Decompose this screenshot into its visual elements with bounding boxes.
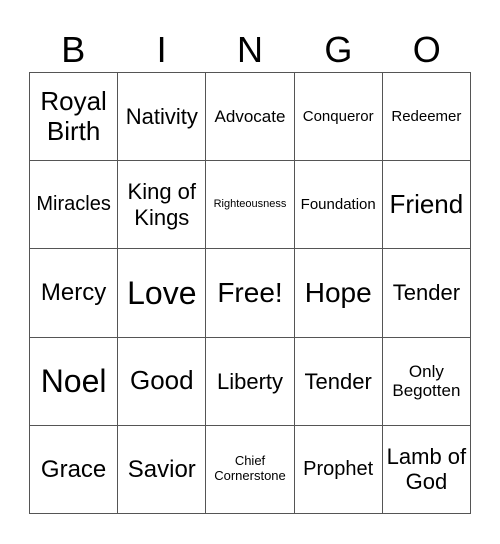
bingo-cell[interactable]: Liberty [206, 337, 295, 426]
bingo-cell[interactable]: Nativity [118, 73, 207, 162]
bingo-cell[interactable]: Royal Birth [30, 73, 119, 162]
bingo-cell[interactable]: Lamb of God [382, 425, 471, 514]
bingo-cell[interactable]: Friend [382, 161, 471, 250]
header-letter-n: N [236, 29, 263, 70]
header-letter-b: B [61, 29, 86, 70]
bingo-cell[interactable]: Redeemer [382, 73, 471, 162]
bingo-cell[interactable]: Righteousness [206, 161, 295, 250]
bingo-cell[interactable]: Foundation [294, 161, 383, 250]
bingo-cell[interactable]: King of Kings [118, 161, 207, 250]
bingo-cell[interactable]: Good [118, 337, 207, 426]
bingo-cell[interactable]: Prophet [294, 425, 383, 514]
bingo-cell[interactable]: Grace [30, 425, 119, 514]
bingo-cell[interactable]: Chief Cornerstone [206, 425, 295, 514]
bingo-cell[interactable]: Mercy [30, 249, 119, 338]
header-letter-o: O [412, 29, 441, 70]
free-space-cell[interactable]: Free! [206, 249, 295, 338]
bingo-cell[interactable]: Only Begotten [382, 337, 471, 426]
bingo-cell[interactable]: Tender [382, 249, 471, 338]
bingo-cell[interactable]: Love [118, 249, 207, 338]
bingo-cell[interactable]: Hope [294, 249, 383, 338]
bingo-cell[interactable]: Miracles [30, 161, 119, 250]
bingo-cell[interactable]: Noel [30, 337, 119, 426]
bingo-header: B I N G O [29, 28, 471, 72]
bingo-grid: Royal Birth Nativity Advocate Conqueror … [29, 72, 471, 514]
bingo-cell[interactable]: Tender [294, 337, 383, 426]
bingo-cell[interactable]: Savior [118, 425, 207, 514]
bingo-cell[interactable]: Advocate [206, 73, 295, 162]
header-letter-g: G [324, 29, 353, 70]
bingo-cell[interactable]: Conqueror [294, 73, 383, 162]
header-letter-i: I [156, 29, 167, 70]
